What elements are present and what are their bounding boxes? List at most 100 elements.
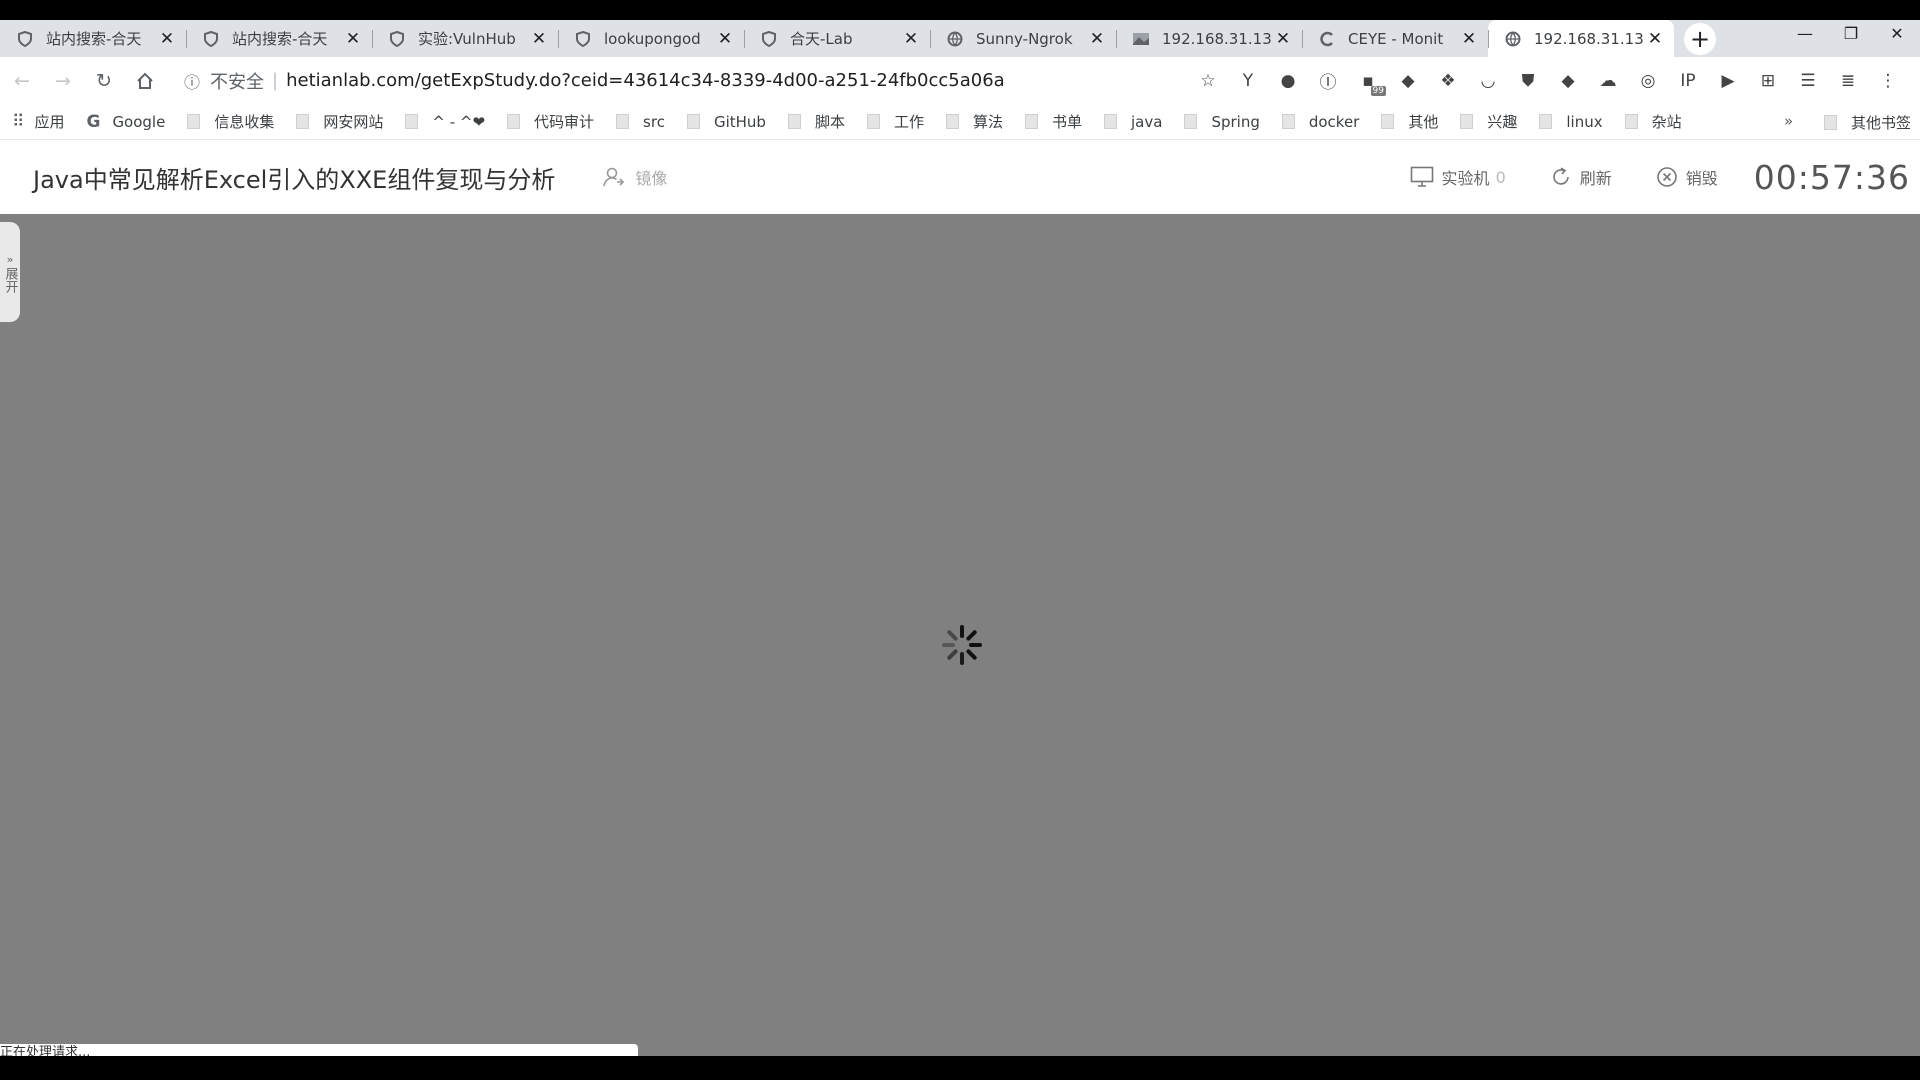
close-icon[interactable]: ✕ xyxy=(1274,29,1292,49)
bookmark-folder[interactable]: 其他 xyxy=(1381,111,1438,132)
url-text[interactable]: hetianlab.com/getExpStudy.do?ceid=43614c… xyxy=(286,70,1005,91)
bookmark-google[interactable]: G Google xyxy=(86,112,165,132)
shield-icon xyxy=(574,30,592,48)
close-icon[interactable]: ✕ xyxy=(158,29,176,49)
flame-icon[interactable]: ❖ xyxy=(1428,66,1468,96)
close-circle-icon xyxy=(1656,167,1677,187)
expand-arrows-icon: » xyxy=(6,252,14,266)
shield-ext-icon-glyph: ⛊ xyxy=(1521,70,1535,91)
menu-ext-icon[interactable]: ☰ xyxy=(1788,66,1828,96)
folder-icon xyxy=(1184,114,1198,129)
tab-1[interactable]: 站内搜索-合天 ✕ xyxy=(186,20,372,57)
close-icon[interactable]: ✕ xyxy=(902,29,920,49)
forward-arrow-icon[interactable]: → xyxy=(44,62,82,100)
tab-title: Sunny-Ngrok xyxy=(976,29,1073,48)
destroy-button[interactable]: 销毁 xyxy=(1656,165,1718,189)
bookmark-other[interactable]: 其他书签 xyxy=(1824,104,1911,140)
adblock-icon[interactable]: ● xyxy=(1268,66,1308,96)
side-panel-toggle[interactable]: » 展开 xyxy=(0,222,20,322)
tab-4[interactable]: 合天-Lab ✕ xyxy=(744,20,930,57)
play-icon-glyph: ▶ xyxy=(1721,70,1735,91)
close-icon[interactable]: ✕ xyxy=(344,29,362,49)
refresh-button[interactable]: 刷新 xyxy=(1550,165,1612,189)
header-actions: 实验机 0 刷新 销毁 00:57:36 xyxy=(1410,140,1910,214)
bookmark-folder[interactable]: docker xyxy=(1281,113,1359,131)
back-arrow-icon[interactable]: ← xyxy=(3,62,41,100)
folder-icon xyxy=(1460,114,1474,129)
bookmark-folder[interactable]: java xyxy=(1104,113,1162,131)
image-icon xyxy=(1132,30,1150,48)
y-extension-icon[interactable]: Y xyxy=(1228,66,1268,96)
bookmark-folder[interactable]: 代码审计 xyxy=(507,111,594,132)
bookmark-folder[interactable]: 杂站 xyxy=(1624,111,1682,132)
bookmark-folder[interactable]: ^ - ^❤ xyxy=(405,113,485,131)
minimize-icon[interactable]: — xyxy=(1782,20,1828,50)
close-icon[interactable]: ✕ xyxy=(1646,29,1664,49)
close-icon[interactable]: ✕ xyxy=(1088,29,1106,49)
bookmark-folder[interactable]: 网安网站 xyxy=(296,111,383,132)
bookmark-folder[interactable]: linux xyxy=(1539,113,1603,131)
close-icon[interactable]: ✕ xyxy=(716,29,734,49)
address-bar[interactable]: ⓘ 不安全 | hetianlab.com/getExpStudy.do?cei… xyxy=(184,63,1124,99)
bookmark-folder[interactable]: 脚本 xyxy=(787,111,845,132)
tab-3[interactable]: lookupongod ✕ xyxy=(558,20,744,57)
close-icon[interactable]: ✕ xyxy=(1460,29,1478,49)
folder-icon xyxy=(866,114,880,129)
ip-icon[interactable]: IP xyxy=(1668,66,1708,96)
star-icon[interactable]: ☆ xyxy=(1188,66,1228,96)
tab-8[interactable]: 192.168.31.13 ✕ xyxy=(1488,20,1674,57)
tab-7[interactable]: CEYE - Monit ✕ xyxy=(1302,20,1488,57)
more-vert-icon[interactable]: ⋮ xyxy=(1868,66,1908,96)
mirror-button[interactable]: 镜像 xyxy=(603,165,667,189)
google-icon: G xyxy=(86,111,101,132)
shield-ext-icon[interactable]: ⛊ xyxy=(1508,66,1548,96)
maximize-icon[interactable]: ❐ xyxy=(1828,20,1874,50)
tab-0[interactable]: 站内搜索-合天 ✕ xyxy=(0,20,186,57)
diamond-icon[interactable]: ◆ xyxy=(1548,66,1588,96)
mirror-label: 镜像 xyxy=(635,169,668,188)
folder-icon xyxy=(1381,114,1395,129)
bookmark-folder[interactable]: GitHub xyxy=(686,113,766,131)
close-icon[interactable]: ✕ xyxy=(530,29,548,49)
pocket-icon[interactable]: ◡ xyxy=(1468,66,1508,96)
bookmark-folder[interactable]: src xyxy=(616,113,665,131)
cube-icon[interactable]: ◆ xyxy=(1388,66,1428,96)
folder-icon xyxy=(1024,114,1038,129)
wappalyzer-icon[interactable]: ◎ xyxy=(1628,66,1668,96)
bookmarks-overflow-icon[interactable]: » xyxy=(1784,112,1793,130)
apps-ext-icon[interactable]: ⊞ xyxy=(1748,66,1788,96)
tab-5[interactable]: Sunny-Ngrok ✕ xyxy=(930,20,1116,57)
close-window-icon[interactable]: ✕ xyxy=(1874,20,1920,50)
reload-icon[interactable]: ↻ xyxy=(85,62,123,100)
tab-title: 合天-Lab xyxy=(790,30,853,48)
folder-icon xyxy=(945,114,959,129)
translate-icon[interactable]: Ⓘ xyxy=(1308,66,1348,96)
lab-machine-button[interactable]: 实验机 0 xyxy=(1410,165,1506,189)
info-icon[interactable]: ⓘ xyxy=(184,69,200,93)
bookmark-folder[interactable]: 算法 xyxy=(945,111,1003,132)
tab-2[interactable]: 实验:VulnHub ✕ xyxy=(372,20,558,57)
recording-bottom-bar xyxy=(0,1056,1920,1080)
bookmark-folder[interactable]: 书单 xyxy=(1024,111,1082,132)
play-icon[interactable]: ▶ xyxy=(1708,66,1748,96)
countdown-timer: 00:57:36 xyxy=(1753,157,1910,197)
bookmark-label: 算法 xyxy=(972,113,1003,131)
folder-icon xyxy=(787,114,801,129)
new-tab-button[interactable]: + xyxy=(1684,23,1716,55)
tab-6[interactable]: 192.168.31.13 ✕ xyxy=(1116,20,1302,57)
cloud-icon[interactable]: ☁ xyxy=(1588,66,1628,96)
extension-badge: 99 xyxy=(1370,85,1386,96)
list-ext-icon-glyph: ≣ xyxy=(1840,70,1856,91)
bookmark-folder[interactable]: 兴趣 xyxy=(1460,111,1517,132)
bookmark-folder[interactable]: 工作 xyxy=(866,111,924,132)
home-icon[interactable] xyxy=(126,62,164,100)
bookmark-folder[interactable]: 信息收集 xyxy=(187,111,274,132)
page-title: Java中常见解析Excel引入的XXE组件复现与分析 xyxy=(33,165,556,194)
bookmark-apps[interactable]: ⠿ 应用 xyxy=(12,111,64,132)
counter-extension-icon[interactable]: ▪ 99 xyxy=(1348,66,1388,96)
list-ext-icon[interactable]: ≣ xyxy=(1828,66,1868,96)
star-icon-glyph: ☆ xyxy=(1200,70,1216,91)
destroy-label: 销毁 xyxy=(1685,169,1718,188)
window-controls: — ❐ ✕ xyxy=(1782,20,1920,57)
bookmark-folder[interactable]: Spring xyxy=(1184,113,1260,131)
